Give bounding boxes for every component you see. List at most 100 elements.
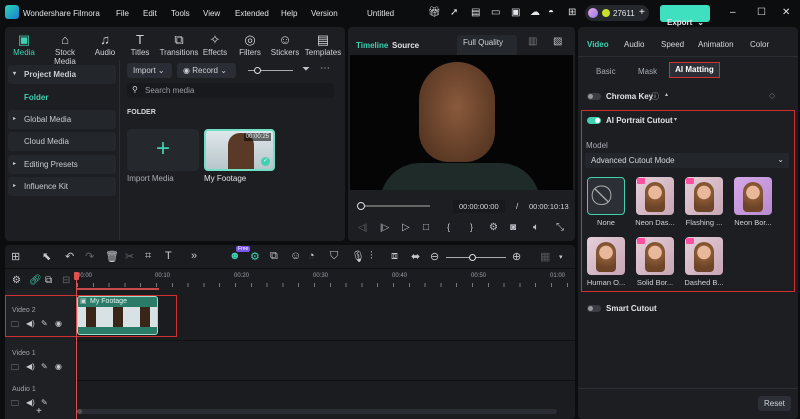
microphone-icon[interactable]: 🎙︎ — [351, 250, 365, 263]
playhead-handle[interactable] — [74, 272, 79, 280]
keyframe-diamond-icon[interactable]: ◇ — [769, 91, 775, 100]
crop-icon[interactable]: ⌗ — [145, 250, 151, 263]
tab-templates[interactable]: ▤ Templates — [302, 32, 344, 57]
tab-video[interactable]: Video — [587, 40, 609, 49]
zoom-out-icon[interactable]: ⊖ — [430, 250, 439, 263]
smart-cutout-toggle[interactable] — [587, 305, 601, 312]
cut-icon[interactable]: ✂ — [125, 250, 134, 263]
import-button[interactable]: Import ⌄ — [127, 63, 172, 78]
sidebar-item-folder[interactable]: Folder — [24, 93, 48, 102]
tab-filters[interactable]: ◎ Filters — [230, 32, 270, 57]
export-button[interactable]: Export ⌄ — [660, 5, 710, 27]
maximize-icon[interactable]: ☐ — [757, 7, 766, 18]
replace-icon[interactable]: ⧈ — [391, 250, 398, 263]
effect-dashed-border[interactable] — [685, 237, 723, 275]
fit-icon[interactable]: ⬌ — [411, 250, 420, 263]
filter-icon[interactable]: ⏷ — [302, 64, 310, 75]
tab-animation[interactable]: Animation — [698, 40, 734, 49]
timeline-zoom-slider[interactable] — [446, 254, 506, 261]
speed-icon[interactable]: ◔ — [308, 250, 315, 262]
more-icon[interactable]: ⋯ — [320, 63, 330, 74]
menu-file[interactable]: File — [116, 9, 129, 18]
import-media-tile[interactable]: + — [127, 129, 199, 171]
sidebar-item-influence-kit[interactable]: ▸ Influence Kit — [8, 177, 116, 196]
eye-icon[interactable]: ◉ — [55, 362, 62, 371]
cloud-icon[interactable]: ☁ — [530, 7, 540, 18]
scrubber-handle[interactable] — [357, 202, 365, 210]
stop-icon[interactable]: □ — [423, 222, 429, 233]
face-icon[interactable]: ☺ — [290, 250, 301, 262]
more-tools-icon[interactable]: » — [191, 250, 197, 262]
effect-neon-dashed[interactable] — [636, 177, 674, 215]
grid-view-icon[interactable]: ▥ — [528, 36, 537, 47]
previous-frame-icon[interactable]: ◁| — [358, 222, 367, 233]
redo-icon[interactable]: ↷ — [85, 250, 94, 263]
audio-mixer-icon[interactable]: ⫶ — [370, 250, 373, 263]
tab-speed[interactable]: Speed — [661, 40, 684, 49]
chevron-down-icon[interactable]: ▾ — [674, 116, 677, 123]
volume-icon[interactable]: 🔈︎ — [533, 222, 539, 233]
layout-icon[interactable]: ⊞ — [11, 250, 20, 263]
export-clip-icon[interactable]: ⧉ — [270, 250, 278, 263]
snapshot-chart-icon[interactable]: ▨ — [553, 36, 562, 47]
subtab-ai-matting[interactable]: AI Matting — [669, 62, 720, 78]
minimize-icon[interactable]: – — [730, 7, 736, 18]
tab-color[interactable]: Color — [750, 40, 769, 49]
search-media-input[interactable]: ⚲ Search media — [127, 83, 334, 98]
credits-pill[interactable]: 27611 + — [585, 5, 649, 21]
mark-in-icon[interactable]: { — [447, 222, 450, 232]
folder-icon[interactable]: 🗀 — [11, 362, 19, 376]
tab-audio[interactable]: Audio — [624, 40, 644, 49]
chroma-key-toggle[interactable] — [587, 93, 601, 100]
ai-portrait-cutout-toggle[interactable] — [587, 117, 601, 124]
delete-icon[interactable]: 🗑︎ — [105, 250, 119, 263]
chevron-down-icon[interactable]: ▾ — [559, 253, 563, 261]
sidebar-item-cloud-media[interactable]: Cloud Media — [8, 132, 116, 151]
timeline-scrollbar[interactable] — [77, 409, 557, 414]
thumbnail-size-slider[interactable] — [248, 67, 293, 74]
rocket-icon[interactable]: ➚ — [450, 7, 458, 18]
menu-tools[interactable]: Tools — [171, 9, 190, 18]
fullscreen-icon[interactable]: ⤡ — [556, 222, 564, 233]
audio-meter-icon[interactable]: ▦ — [540, 250, 550, 263]
snapshot-icon[interactable]: ◙ — [510, 222, 516, 233]
undo-icon[interactable]: ↶ — [65, 250, 74, 263]
apps-grid-icon[interactable]: ⊞ — [568, 7, 576, 18]
link-icon[interactable]: 🔗︎ — [29, 275, 42, 286]
mark-out-icon[interactable]: } — [470, 222, 473, 232]
slider-handle[interactable] — [469, 254, 476, 261]
menu-edit[interactable]: Edit — [143, 9, 157, 18]
sidebar-item-editing-presets[interactable]: ▸ Editing Presets — [8, 155, 116, 174]
folder-icon[interactable]: 🗀 — [11, 319, 19, 333]
tab-source[interactable]: Source — [392, 41, 419, 50]
zoom-in-icon[interactable]: ⊕ — [512, 250, 521, 263]
tab-titles[interactable]: T Titles — [120, 32, 160, 57]
reset-button[interactable]: Reset — [758, 396, 791, 411]
effect-human-outline[interactable] — [587, 237, 625, 275]
lock-icon[interactable]: ✎ — [41, 398, 48, 407]
tab-effects[interactable]: ✧ Effects — [195, 32, 235, 57]
effect-flashing[interactable] — [685, 177, 723, 215]
sidebar-item-global-media[interactable]: ▸ Global Media — [8, 110, 116, 129]
tab-media[interactable]: ▣ Media — [4, 32, 44, 57]
tab-stickers[interactable]: ☺ Stickers — [265, 32, 305, 57]
notes-icon[interactable]: ▤ — [471, 7, 480, 18]
eye-icon[interactable]: ◉ — [55, 319, 62, 328]
subtab-basic[interactable]: Basic — [596, 67, 616, 76]
menu-extended[interactable]: Extended — [235, 9, 269, 18]
track-manager-icon[interactable]: ⊟ — [62, 275, 70, 286]
add-credits-icon[interactable]: + — [639, 7, 645, 18]
volume-icon[interactable]: ◀) — [26, 362, 35, 371]
play-icon[interactable]: ▷ — [402, 222, 410, 233]
volume-icon[interactable]: ◀) — [26, 319, 35, 328]
effect-solid-border[interactable] — [636, 237, 674, 275]
gift-icon[interactable]: 🎁︎ — [428, 7, 441, 18]
render-settings-icon[interactable]: ⚙ — [489, 222, 498, 233]
playhead[interactable] — [74, 272, 79, 419]
model-dropdown[interactable]: Advanced Cutout Mode ⌄ — [585, 153, 789, 168]
my-footage-tile[interactable]: 00:00:25 ✓ — [204, 129, 275, 171]
headset-icon[interactable]: ◓ — [548, 7, 554, 18]
next-frame-icon[interactable]: |▷ — [380, 222, 389, 233]
sidebar-item-project-media[interactable]: ▾ Project Media — [8, 65, 116, 84]
playback-scrubber[interactable] — [357, 202, 430, 210]
